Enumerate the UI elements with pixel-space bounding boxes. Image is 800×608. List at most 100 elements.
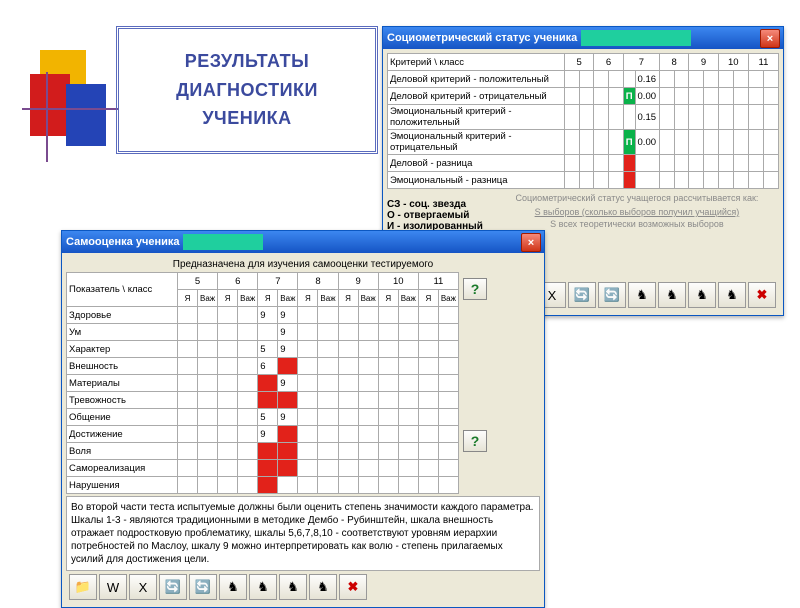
cell xyxy=(278,358,298,375)
cell: 5 xyxy=(258,341,278,358)
cell xyxy=(278,426,298,443)
toolbar-button[interactable]: ♞ xyxy=(718,282,746,308)
description-text: Во второй части теста испытуемые должны … xyxy=(66,496,540,571)
toolbar-button[interactable]: ♞ xyxy=(279,574,307,600)
cell xyxy=(258,324,278,341)
toolbar-button[interactable]: 📁 xyxy=(69,574,97,600)
subcol: Важ xyxy=(358,290,378,307)
subcol: Я xyxy=(338,290,358,307)
toolbar-button[interactable]: ♞ xyxy=(688,282,716,308)
title-line-1: РЕЗУЛЬТАТЫ xyxy=(185,47,309,76)
toolbar-button[interactable]: ♞ xyxy=(309,574,337,600)
toolbar-button[interactable]: 🔄 xyxy=(598,282,626,308)
row-label: Характер xyxy=(67,341,178,358)
window-title: Социометрический статус ученика xyxy=(387,32,577,44)
toolbar-self: 📁WX🔄🔄♞♞♞♞✖ xyxy=(66,571,540,603)
cell-mark: П xyxy=(623,88,635,105)
subcol: Важ xyxy=(318,290,338,307)
cell: 9 xyxy=(278,307,298,324)
close-icon[interactable]: × xyxy=(521,233,541,252)
row-label: Эмоциональный критерий - положительный xyxy=(388,105,565,130)
page-title: РЕЗУЛЬТАТЫ ДИАГНОСТИКИ УЧЕНИКА xyxy=(116,26,378,154)
row-label: Достижение xyxy=(67,426,178,443)
subcol: Важ xyxy=(198,290,218,307)
subcol: Важ xyxy=(238,290,258,307)
cell: 9 xyxy=(258,307,278,324)
class-col: 7 xyxy=(258,273,298,290)
title-line-3: УЧЕНИКА xyxy=(202,104,291,133)
subcol: Важ xyxy=(398,290,418,307)
class-col: 8 xyxy=(298,273,338,290)
row-label: Самореализация xyxy=(67,460,178,477)
cell: 5 xyxy=(258,409,278,426)
toolbar-button[interactable]: 🔄 xyxy=(568,282,596,308)
row-label: Нарушения xyxy=(67,477,178,494)
toolbar-button[interactable]: 🔄 xyxy=(189,574,217,600)
class-col: 8 xyxy=(660,54,689,71)
help-button[interactable]: ? xyxy=(463,278,487,300)
window-title: Самооценка ученика xyxy=(66,236,179,248)
cell xyxy=(258,443,278,460)
toolbar-button[interactable]: W xyxy=(99,574,127,600)
cell xyxy=(258,460,278,477)
toolbar-button[interactable]: ♞ xyxy=(219,574,247,600)
row-label: Здоровье xyxy=(67,307,178,324)
title-line-2: ДИАГНОСТИКИ xyxy=(176,76,318,105)
subcol: Важ xyxy=(438,290,458,307)
row-label: Тревожность xyxy=(67,392,178,409)
cell-red xyxy=(623,172,635,189)
cell: 6 xyxy=(258,358,278,375)
row-label: Ум xyxy=(67,324,178,341)
toolbar-button[interactable]: ♞ xyxy=(249,574,277,600)
toolbar-button[interactable]: ♞ xyxy=(628,282,656,308)
cell xyxy=(258,375,278,392)
class-col: 9 xyxy=(338,273,378,290)
cell-value: 0.00 xyxy=(635,88,660,105)
subcol: Я xyxy=(258,290,278,307)
col-header: Показатель \ класс xyxy=(67,273,178,307)
class-col: 9 xyxy=(689,54,718,71)
class-col: 10 xyxy=(378,273,418,290)
toolbar-button[interactable]: ♞ xyxy=(658,282,686,308)
class-col: 6 xyxy=(594,54,623,71)
window-subtitle: Предназначена для изучения самооценки те… xyxy=(66,257,540,272)
cell-value: 0.16 xyxy=(635,71,660,88)
toolbar-button[interactable]: ✖ xyxy=(339,574,367,600)
class-col: 5 xyxy=(178,273,218,290)
row-label: Общение xyxy=(67,409,178,426)
class-col: 6 xyxy=(218,273,258,290)
cell-value: 0.15 xyxy=(635,105,660,130)
cell: 9 xyxy=(278,341,298,358)
row-label: Внешность xyxy=(67,358,178,375)
cell xyxy=(278,443,298,460)
subcol: Я xyxy=(178,290,198,307)
sociometric-table: Критерий \ класс567891011Деловой критери… xyxy=(387,53,779,189)
toolbar-button[interactable]: X xyxy=(129,574,157,600)
row-label: Деловой критерий - отрицательный xyxy=(388,88,565,105)
close-icon[interactable]: × xyxy=(760,29,780,48)
self-table: Показатель \ класс567891011ЯВажЯВажЯВажЯ… xyxy=(66,272,459,494)
subcol: Я xyxy=(298,290,318,307)
help-button[interactable]: ? xyxy=(463,430,487,452)
toolbar-button[interactable]: ✖ xyxy=(748,282,776,308)
toolbar-button[interactable]: 🔄 xyxy=(159,574,187,600)
cell: 9 xyxy=(278,375,298,392)
cell xyxy=(258,477,278,494)
cell-mark: П xyxy=(623,130,635,155)
class-col: 11 xyxy=(748,54,778,71)
subcol: Я xyxy=(378,290,398,307)
class-col: 11 xyxy=(418,273,458,290)
titlebar-sociometric[interactable]: Социометрический статус ученика × xyxy=(383,27,783,49)
titlebar-selfassessment[interactable]: Самооценка ученика × xyxy=(62,231,544,253)
cell: 9 xyxy=(278,324,298,341)
subcol: Я xyxy=(418,290,438,307)
cell-red xyxy=(623,155,635,172)
row-label: Деловой - разница xyxy=(388,155,565,172)
subcol: Я xyxy=(218,290,238,307)
class-col: 10 xyxy=(718,54,748,71)
row-label: Деловой критерий - положительный xyxy=(388,71,565,88)
cell-value: 0.00 xyxy=(635,130,660,155)
cell: 9 xyxy=(278,409,298,426)
row-label: Эмоциональный критерий - отрицательный xyxy=(388,130,565,155)
cell xyxy=(258,392,278,409)
